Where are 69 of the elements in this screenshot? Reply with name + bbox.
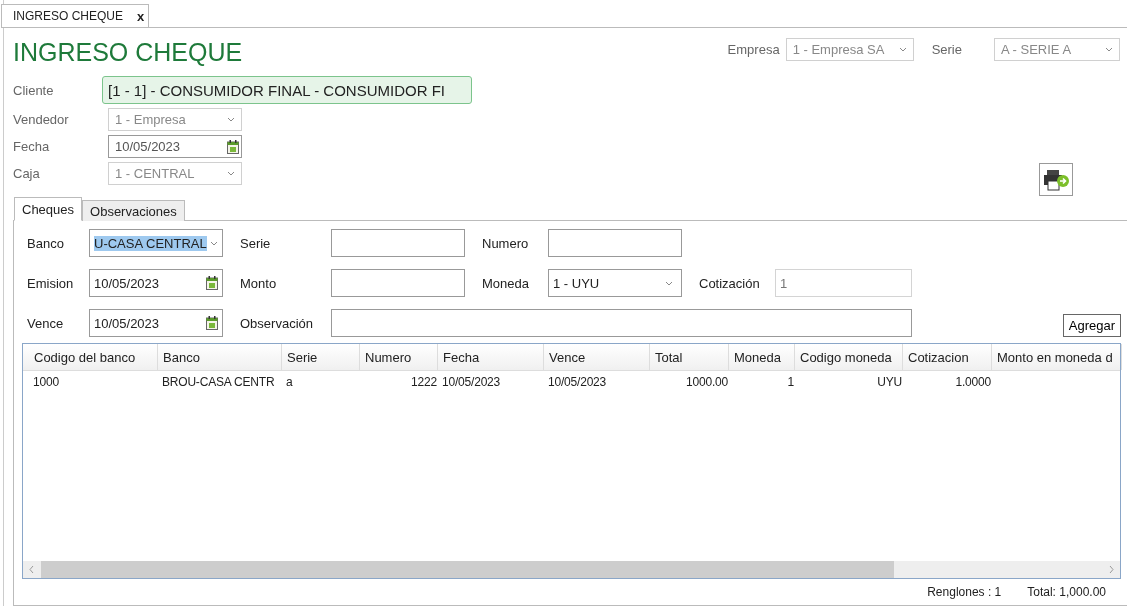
printer-icon	[1042, 168, 1070, 191]
chevron-down-icon[interactable]	[1105, 47, 1113, 52]
date-field[interactable]: 10/05/2023	[108, 135, 242, 158]
text-field[interactable]	[331, 229, 465, 257]
column-header[interactable]: Total	[650, 344, 729, 370]
dropdown[interactable]: 1 - Empresa	[108, 108, 242, 131]
column-header[interactable]: Vence	[544, 344, 650, 370]
column-header[interactable]: Banco	[158, 344, 282, 370]
chevron-down-icon[interactable]	[665, 280, 673, 286]
calendar-icon[interactable]	[206, 276, 218, 290]
table-cell-text: 1	[786, 374, 795, 391]
field-label: Cotización	[699, 275, 761, 291]
chevron-down-icon[interactable]	[898, 47, 907, 52]
column-header[interactable]: Fecha	[438, 344, 544, 370]
chevron-down-icon[interactable]	[227, 171, 235, 176]
field-label: Monto	[240, 275, 278, 291]
table-cell-text: 1.0000	[954, 374, 992, 391]
table-cell-text: 1000.00	[685, 374, 729, 391]
column-header[interactable]: Codigo moneda	[795, 344, 903, 370]
field-label: Fecha	[13, 139, 51, 154]
column-header[interactable]: Moneda	[729, 344, 795, 370]
close-button[interactable]: x	[137, 8, 145, 24]
field-label: Vence	[27, 315, 65, 331]
text-field[interactable]	[331, 269, 465, 297]
row-count: Renglones : 1	[927, 585, 1002, 599]
table-cell-text: BROU-CASA CENTR	[161, 374, 276, 391]
document-tab[interactable]: INGRESO CHEQUE x	[1, 4, 149, 27]
table-cell-text: 1222	[410, 374, 438, 391]
column-header[interactable]: Codigo del banco	[29, 344, 158, 370]
dropdown[interactable]: 1 - UYU	[548, 269, 682, 297]
page-title: INGRESO CHEQUE	[13, 38, 244, 68]
total-amount: Total: 1,000.00	[1027, 585, 1106, 599]
calendar-icon[interactable]	[206, 316, 218, 330]
table-cell-text: UYU	[876, 374, 903, 391]
field-label: Banco	[27, 235, 65, 251]
field-label: Cliente	[13, 82, 55, 98]
dropdown[interactable]: 1 - CENTRAL	[108, 162, 242, 185]
column-header[interactable]: Serie	[282, 344, 360, 370]
text-field[interactable]	[548, 229, 682, 257]
field-label: Emision	[27, 275, 75, 291]
tab[interactable]: Cheques	[14, 197, 83, 221]
field-label: Vendedor	[13, 112, 70, 127]
client-field[interactable]: [1 - 1] - CONSUMIDOR FINAL - CONSUMIDOR FI	[102, 76, 472, 104]
column-header[interactable]: Cotizacion	[903, 344, 992, 370]
date-field[interactable]: 10/05/2023	[89, 269, 223, 297]
field-label: Empresa	[727, 42, 780, 57]
chevron-down-icon[interactable]	[210, 240, 218, 246]
table-cell-text: 10/05/2023	[547, 374, 608, 391]
chevron-down-icon[interactable]	[227, 117, 235, 122]
field-label: Caja	[13, 166, 41, 181]
table-cell-text: 1000	[32, 374, 60, 391]
dropdown[interactable]: 1 - Empresa SA	[785, 38, 914, 61]
dropdown[interactable]: A - SERIE A	[994, 38, 1120, 61]
field-label: Serie	[931, 42, 962, 57]
table-cell-text: 10/05/2023	[441, 374, 502, 391]
bank-dropdown[interactable]: U-CASA CENTRAL	[89, 229, 223, 257]
field-label: Numero	[482, 235, 530, 251]
text-field[interactable]	[331, 309, 912, 337]
calendar-icon[interactable]	[227, 139, 239, 154]
tab[interactable]: Observaciones	[82, 200, 185, 221]
field-label: Serie	[240, 235, 272, 251]
date-field[interactable]: 10/05/2023	[89, 309, 223, 337]
table-cell-text: a	[285, 374, 294, 391]
add-button[interactable]: Agregar	[1062, 314, 1121, 337]
column-header[interactable]: Monto en moneda d	[992, 344, 1122, 370]
field-label: Observación	[240, 315, 314, 331]
column-header[interactable]: Numero	[360, 344, 438, 370]
field-label: Moneda	[482, 275, 530, 291]
print-button[interactable]	[1039, 163, 1073, 196]
